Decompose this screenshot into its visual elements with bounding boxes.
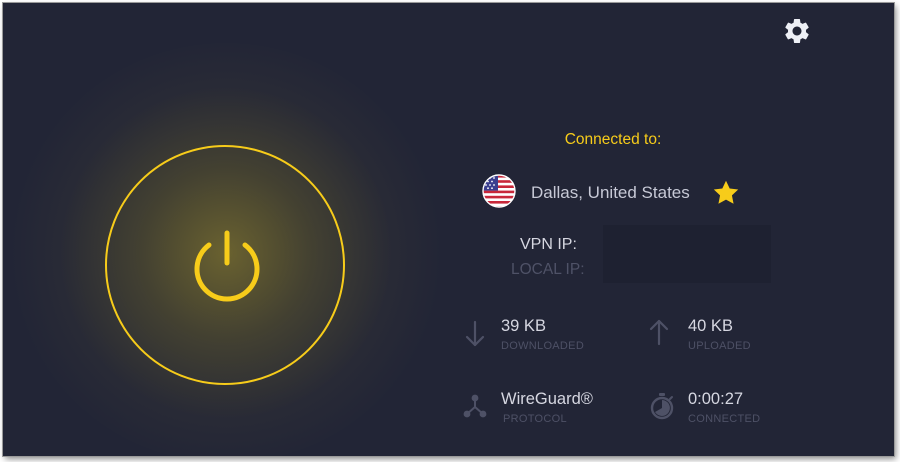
us-flag-icon[interactable] <box>482 174 516 208</box>
uploaded-label: UPLOADED <box>688 340 751 352</box>
arrow-down-icon <box>465 320 485 347</box>
settings-button[interactable] <box>782 16 812 46</box>
protocol-value: WireGuard® <box>501 390 593 408</box>
protocol-label: PROTOCOL <box>503 413 567 425</box>
downloaded-label: DOWNLOADED <box>501 340 585 352</box>
vpn-ip-label: VPN IP: <box>520 236 577 253</box>
vpn-window: Connected to: Dallas, United States VPN … <box>3 3 894 456</box>
star-icon[interactable] <box>711 178 741 208</box>
location-name[interactable]: Dallas, United States <box>531 183 690 203</box>
power-button[interactable] <box>105 145 345 385</box>
duration-label: CONNECTED <box>688 413 761 425</box>
arrow-up-icon <box>649 319 669 346</box>
uploaded-value: 40 KB <box>688 317 733 335</box>
gear-icon <box>785 18 809 43</box>
connection-heading: Connected to: <box>564 131 662 148</box>
downloaded-value: 39 KB <box>501 317 546 335</box>
ip-values-panel <box>603 225 771 283</box>
local-ip-label: LOCAL IP: <box>511 261 585 278</box>
power-icon <box>194 230 260 302</box>
duration-value: 0:00:27 <box>688 390 744 408</box>
stopwatch-icon <box>650 393 674 420</box>
network-icon <box>463 394 487 418</box>
